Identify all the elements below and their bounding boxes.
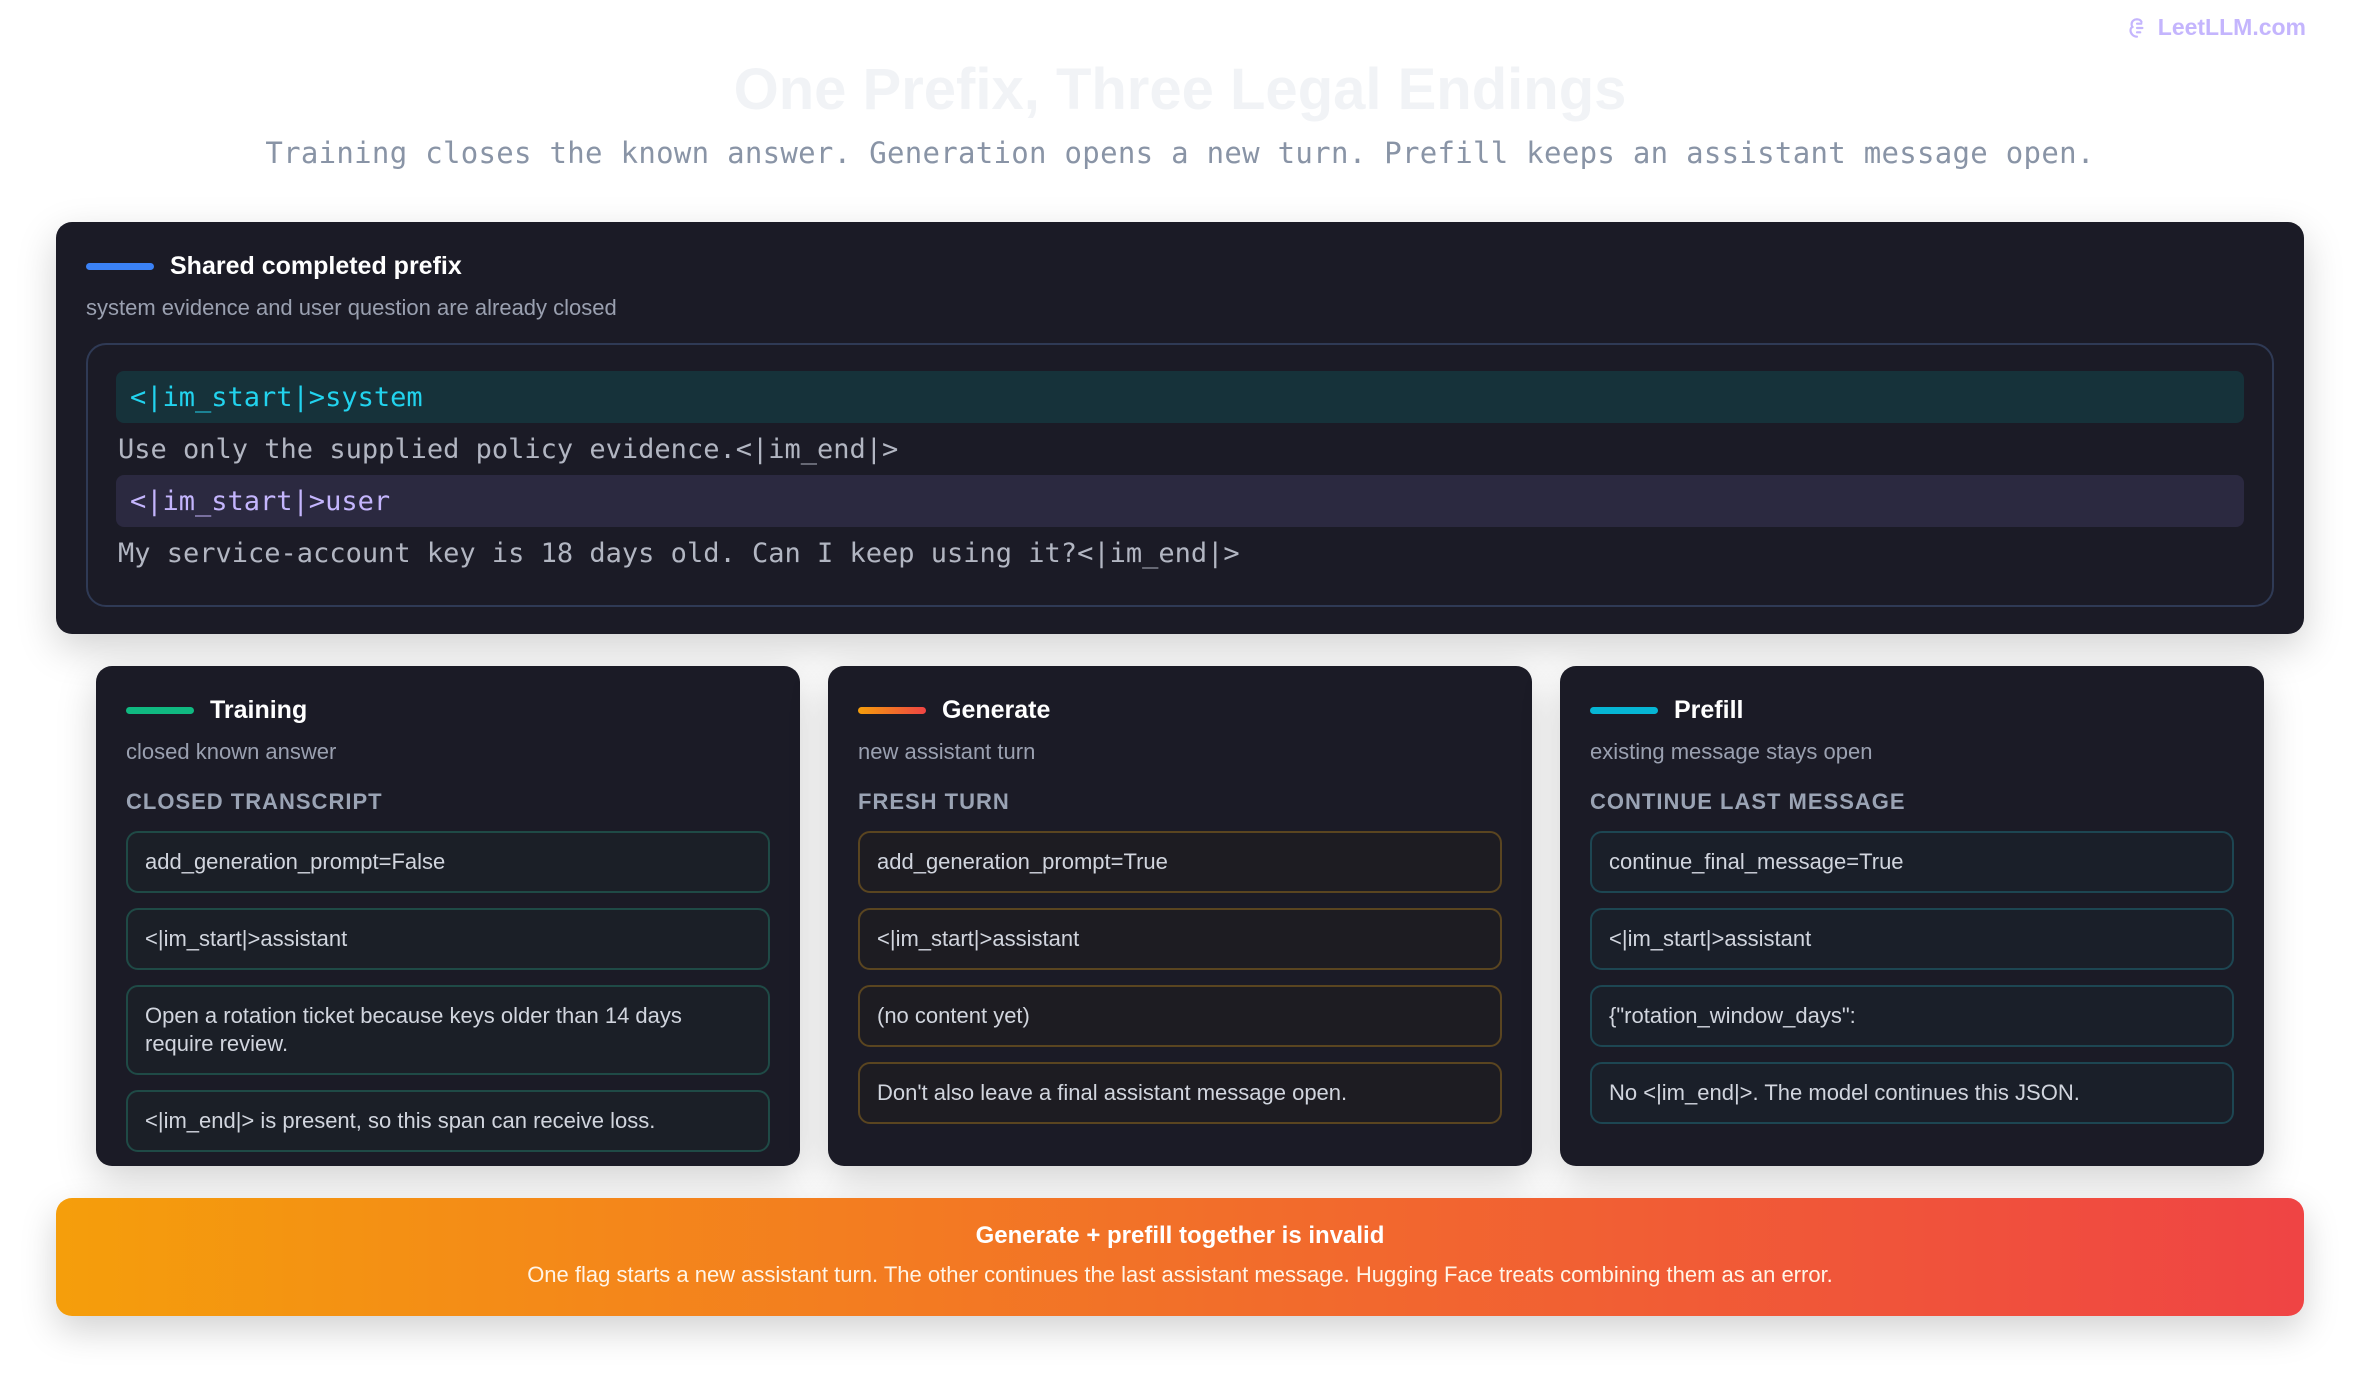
training-step-answer: Open a rotation ticket because keys olde… <box>126 985 770 1075</box>
generate-title: Generate <box>942 696 1051 724</box>
generate-accent-bar <box>858 707 926 714</box>
prefix-code-block: <|im_start|>system Use only the supplied… <box>86 343 2274 607</box>
system-content-line: Use only the supplied policy evidence.<|… <box>118 433 899 465</box>
generate-subtitle: new assistant turn <box>858 739 1036 764</box>
generate-step-warning: Don't also leave a final assistant messa… <box>858 1062 1502 1124</box>
shared-prefix-header: Shared completed prefix <box>86 252 2274 281</box>
shared-prefix-card: Shared completed prefix system evidence … <box>56 222 2304 634</box>
prefill-step-start-token: <|im_start|>assistant <box>1590 908 2234 970</box>
training-accent-bar <box>126 707 194 714</box>
prefill-card: Prefill existing message stays open CONT… <box>1560 666 2264 1166</box>
prefill-section-label: CONTINUE LAST MESSAGE <box>1590 789 1906 814</box>
shared-accent-bar <box>86 263 154 270</box>
generate-step-empty: (no content yet) <box>858 985 1502 1047</box>
prefill-subtitle: existing message stays open <box>1590 739 1873 764</box>
training-step-end-note: <|im_end|> is present, so this span can … <box>126 1090 770 1152</box>
shared-prefix-subtitle: system evidence and user question are al… <box>86 295 617 320</box>
user-start-token: <|im_start|>user <box>116 475 2244 527</box>
generate-section-label: FRESH TURN <box>858 789 1010 814</box>
banner-text: One flag starts a new assistant turn. Th… <box>527 1262 1833 1287</box>
training-steps: add_generation_prompt=False <|im_start|>… <box>126 831 770 1152</box>
training-subtitle: closed known answer <box>126 739 337 764</box>
training-section-label: CLOSED TRANSCRIPT <box>126 789 383 814</box>
page-subtitle: Training closes the known answer. Genera… <box>265 136 2095 170</box>
training-header: Training <box>126 696 770 725</box>
prefill-header: Prefill <box>1590 696 2234 725</box>
training-title: Training <box>210 696 308 724</box>
generate-header: Generate <box>858 696 1502 725</box>
prefill-step-flag: continue_final_message=True <box>1590 831 2234 893</box>
shared-prefix-title: Shared completed prefix <box>170 252 462 280</box>
generate-card: Generate new assistant turn FRESH TURN a… <box>828 666 1532 1166</box>
training-card: Training closed known answer CLOSED TRAN… <box>96 666 800 1166</box>
banner-title: Generate + prefill together is invalid <box>975 1222 1385 1249</box>
training-step-flag: add_generation_prompt=False <box>126 831 770 893</box>
generate-step-flag: add_generation_prompt=True <box>858 831 1502 893</box>
training-step-start-token: <|im_start|>assistant <box>126 908 770 970</box>
brand-logo[interactable]: LeetLLM.com <box>2124 14 2306 41</box>
invalid-combination-banner: Generate + prefill together is invalid O… <box>56 1198 2304 1316</box>
prefill-step-partial-json: {"rotation_window_days": <box>1590 985 2234 1047</box>
prefill-step-note: No <|im_end|>. The model continues this … <box>1590 1062 2234 1124</box>
prefill-accent-bar <box>1590 707 1658 714</box>
system-start-token: <|im_start|>system <box>116 371 2244 423</box>
prefill-steps: continue_final_message=True <|im_start|>… <box>1590 831 2234 1124</box>
prefill-title: Prefill <box>1674 696 1744 724</box>
user-content-line: My service-account key is 18 days old. C… <box>118 537 1240 569</box>
page-title: One Prefix, Three Legal Endings <box>733 57 1627 122</box>
brain-icon <box>2129 17 2144 38</box>
brand-name: LeetLLM.com <box>2157 14 2306 40</box>
generate-step-start-token: <|im_start|>assistant <box>858 908 1502 970</box>
generate-steps: add_generation_prompt=True <|im_start|>a… <box>858 831 1502 1124</box>
